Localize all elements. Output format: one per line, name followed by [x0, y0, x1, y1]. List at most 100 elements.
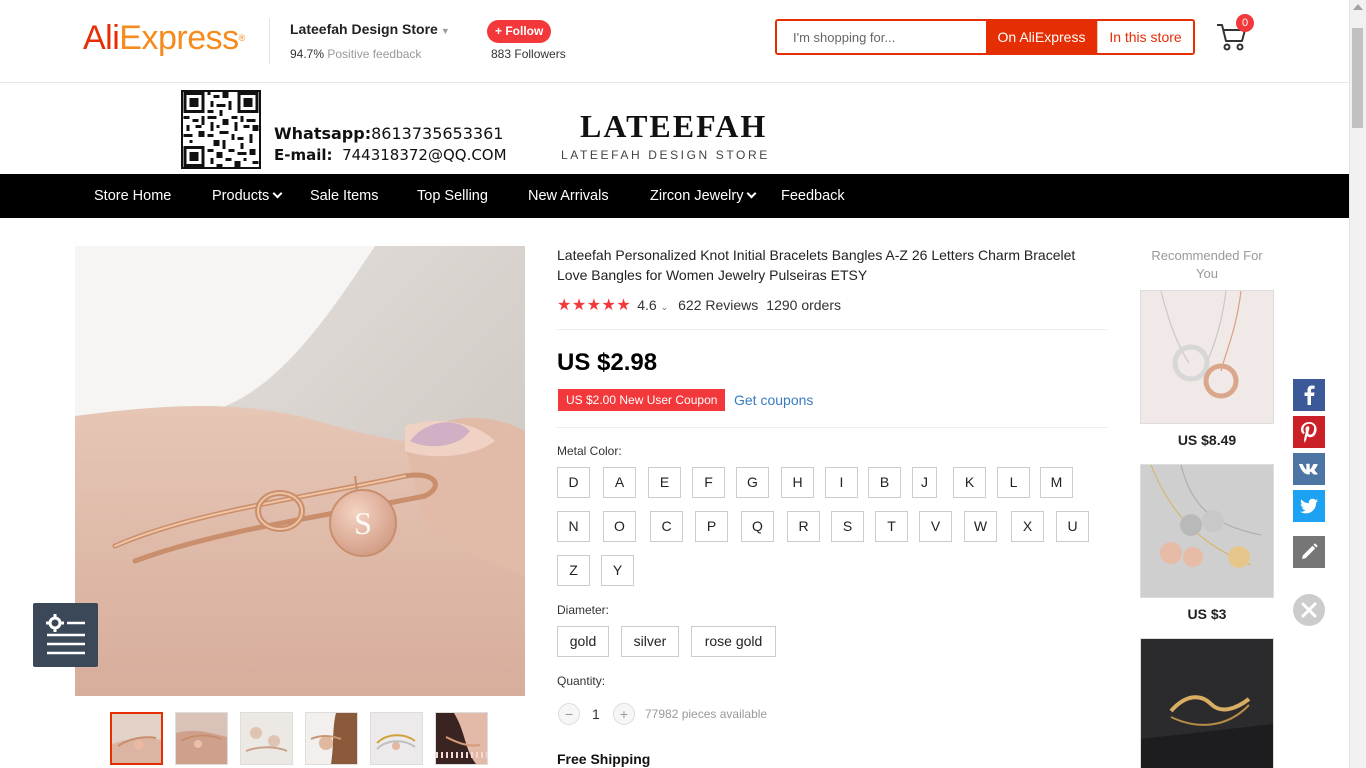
metal-color-option-p[interactable]: P [695, 511, 728, 542]
diameter-label: Diameter: [557, 603, 610, 617]
share-facebook[interactable] [1293, 379, 1325, 411]
follow-button[interactable]: + Follow [487, 20, 552, 43]
nav-new-arrivals[interactable]: New Arrivals [528, 174, 609, 218]
metal-color-option-a[interactable]: A [603, 467, 636, 498]
close-icon [1301, 602, 1317, 618]
store-nav: Store Home Products Sale Items Top Selli… [0, 174, 1349, 218]
star-icon: ★ [571, 297, 587, 314]
thumbnail-1[interactable] [110, 712, 163, 765]
recommended-item-3[interactable] [1140, 638, 1274, 768]
nav-feedback[interactable]: Feedback [781, 174, 845, 218]
recommended-item-2[interactable] [1140, 464, 1274, 598]
edit-button[interactable] [1293, 536, 1325, 568]
close-share-button[interactable] [1293, 594, 1325, 626]
nav-store-home[interactable]: Store Home [94, 174, 171, 218]
metal-color-option-y[interactable]: Y [601, 555, 634, 586]
recommended-title: Recommended For You [1151, 248, 1263, 281]
chevron-down-icon [272, 188, 283, 199]
thumbnail-5[interactable] [370, 712, 423, 765]
metal-color-option-c[interactable]: C [650, 511, 683, 542]
whatsapp-contact: Whatsapp:8613735653361 [274, 124, 503, 143]
metal-color-option-x[interactable]: X [1011, 511, 1044, 542]
scroll-up-arrow-icon[interactable] [1353, 4, 1363, 10]
metal-color-option-d[interactable]: D [557, 467, 590, 498]
metal-color-option-e[interactable]: E [648, 467, 681, 498]
search-bar: On AliExpress In this store [775, 19, 1195, 55]
product-price: US $2.98 [557, 349, 658, 376]
reviews-link[interactable]: 622 Reviews [678, 297, 758, 313]
pieces-available: 77982 pieces available [645, 707, 768, 721]
metal-color-option-u[interactable]: U [1056, 511, 1089, 542]
cart-button[interactable]: 0 [1214, 14, 1254, 55]
quantity-value[interactable]: 1 [592, 706, 600, 722]
get-coupons-link[interactable]: Get coupons [734, 392, 813, 408]
aliexpress-logo[interactable]: AliExpress® [83, 18, 245, 58]
scrollbar-thumb[interactable] [1352, 28, 1363, 128]
nav-sale-items[interactable]: Sale Items [310, 174, 379, 218]
nav-zircon-jewelry[interactable]: Zircon Jewelry [650, 174, 757, 218]
metal-color-option-h[interactable]: H [781, 467, 814, 498]
star-icon: ★ [557, 297, 572, 314]
metal-color-option-f[interactable]: F [692, 467, 725, 498]
quantity-decrease-button[interactable]: − [558, 703, 580, 725]
metal-color-option-q[interactable]: Q [741, 511, 774, 542]
share-pinterest[interactable] [1293, 416, 1325, 448]
top-header: AliExpress® Lateefah Design Store ▼ 94.7%… [0, 0, 1349, 83]
quantity-label: Quantity: [557, 674, 606, 688]
search-on-aliexpress-button[interactable]: On AliExpress [986, 21, 1097, 53]
metal-color-option-j[interactable]: J [912, 467, 937, 498]
star-icon: ★ [601, 297, 617, 314]
vk-icon [1298, 463, 1318, 475]
metal-color-option-z[interactable]: Z [557, 555, 590, 586]
diameter-option-silver[interactable]: silver [621, 626, 679, 657]
nav-products[interactable]: Products [212, 174, 283, 218]
metal-color-option-n[interactable]: N [557, 511, 590, 542]
search-in-store-button[interactable]: In this store [1097, 21, 1193, 53]
pinterest-icon [1301, 422, 1317, 443]
free-shipping: Free Shipping [557, 751, 651, 767]
product-title: Lateefah Personalized Knot Initial Brace… [557, 247, 1076, 283]
rating-number: 4.6 [637, 297, 657, 313]
recommended-item-1[interactable] [1140, 290, 1274, 424]
facebook-icon [1304, 385, 1315, 405]
metal-color-option-b[interactable]: B [868, 467, 901, 498]
metal-color-option-o[interactable]: O [603, 511, 636, 542]
settings-icon [46, 614, 85, 655]
whatsapp-value: 8613735653361 [371, 124, 504, 143]
followers-count: 883 [491, 47, 512, 61]
metal-color-option-s[interactable]: S [831, 511, 864, 542]
thumbnail-2[interactable] [175, 712, 228, 765]
metal-color-option-g[interactable]: G [736, 467, 769, 498]
nav-label: Top Selling [417, 188, 488, 204]
qr-code [181, 90, 261, 169]
thumbnail-4[interactable] [305, 712, 358, 765]
store-banner: Whatsapp:8613735653361 E-mail: 744318372… [0, 84, 1349, 174]
metal-color-option-t[interactable]: T [875, 511, 908, 542]
settings-panel-button[interactable] [33, 603, 98, 667]
search-input[interactable] [777, 21, 986, 53]
share-twitter[interactable] [1293, 490, 1325, 522]
diameter-option-gold[interactable]: gold [557, 626, 609, 657]
thumbnail-6[interactable] [435, 712, 488, 765]
quantity-increase-button[interactable]: + [613, 703, 635, 725]
metal-color-option-k[interactable]: K [953, 467, 986, 498]
metal-color-option-m[interactable]: M [1040, 467, 1073, 498]
diameter-option-rose-gold[interactable]: rose gold [691, 626, 776, 657]
email-value: 744318372@QQ.COM [342, 146, 507, 164]
store-name[interactable]: Lateefah Design Store ▼ [290, 21, 450, 37]
metal-color-option-i[interactable]: I [825, 467, 858, 498]
brand-subtitle: LATEEFAH DESIGN STORE [561, 148, 770, 162]
new-user-coupon-badge[interactable]: US $2.00 New User Coupon [558, 389, 726, 411]
share-vk[interactable] [1293, 453, 1325, 485]
metal-color-option-v[interactable]: V [919, 511, 952, 542]
nav-label: Store Home [94, 188, 172, 204]
thumbnail-3[interactable] [240, 712, 293, 765]
metal-color-option-r[interactable]: R [787, 511, 820, 542]
metal-color-option-l[interactable]: L [997, 467, 1030, 498]
rating-value[interactable]: 4.6 ⌄ [637, 297, 668, 313]
metal-color-option-w[interactable]: W [964, 511, 997, 542]
whatsapp-label: Whatsapp: [274, 124, 372, 143]
followers: 883 Followers [491, 47, 566, 61]
product-main-image[interactable]: S [75, 246, 525, 696]
nav-top-selling[interactable]: Top Selling [417, 174, 488, 218]
